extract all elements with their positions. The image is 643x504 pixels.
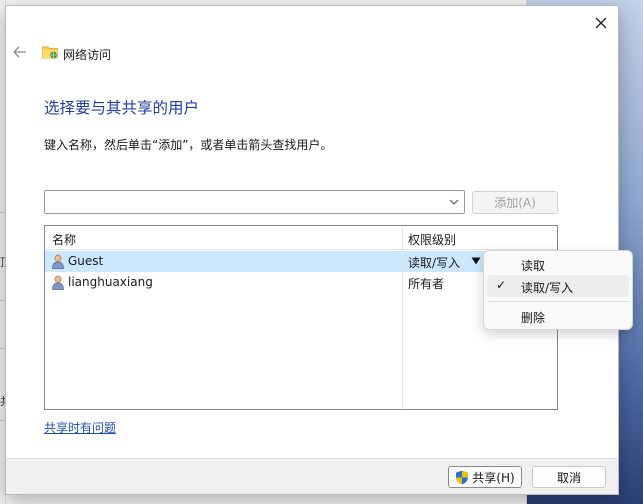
user-name: Guest xyxy=(68,254,104,268)
checkmark-icon: ✓ xyxy=(496,278,507,292)
user-name: lianghuaxiang xyxy=(68,275,153,289)
user-icon xyxy=(52,275,64,290)
user-name-input[interactable] xyxy=(45,191,441,213)
menu-separator xyxy=(487,301,629,302)
column-header-name[interactable]: 名称 xyxy=(52,231,76,248)
back-button[interactable] xyxy=(12,44,28,60)
share-button[interactable]: 共享(H) xyxy=(448,466,522,488)
share-button-label: 共享(H) xyxy=(472,470,515,485)
menu-item-read[interactable]: 读取 xyxy=(487,253,629,275)
page-heading: 选择要与其共享的用户 xyxy=(44,99,200,117)
permission-menu: 读取 ✓ 读取/写入 删除 xyxy=(483,250,633,330)
dialog-footer xyxy=(6,458,618,494)
instruction-text: 键入名称，然后单击“添加”，或者单击箭头查找用户。 xyxy=(44,138,333,152)
sharing-help-link[interactable]: 共享时有问题 xyxy=(44,419,116,436)
user-permissions-list[interactable]: 名称 权限级别 Guest 读取/写入 lianghuaxiang 所有者 xyxy=(44,225,558,410)
permission-level[interactable]: 读取/写入 xyxy=(408,254,460,271)
permission-dropdown-icon[interactable] xyxy=(471,257,481,265)
shield-icon xyxy=(456,470,469,484)
back-arrow-icon xyxy=(13,46,26,58)
table-row[interactable]: lianghuaxiang 所有者 xyxy=(45,272,557,293)
dialog-title: 网络访问 xyxy=(63,48,112,62)
cancel-button[interactable]: 取消 xyxy=(532,466,606,488)
network-folder-icon xyxy=(42,46,58,59)
close-icon xyxy=(595,17,607,29)
user-name-combobox[interactable] xyxy=(44,190,465,214)
menu-item-read-write[interactable]: ✓ 读取/写入 xyxy=(487,275,629,297)
combo-dropdown-button[interactable] xyxy=(447,195,461,209)
menu-item-label: 读取 xyxy=(521,259,546,273)
add-button[interactable]: 添加(A) xyxy=(472,191,558,214)
menu-item-remove[interactable]: 删除 xyxy=(487,305,629,327)
menu-item-label: 删除 xyxy=(521,311,546,325)
list-header: 名称 权限级别 xyxy=(45,226,557,250)
table-row[interactable]: Guest 读取/写入 xyxy=(45,251,557,272)
column-header-permission[interactable]: 权限级别 xyxy=(408,231,456,248)
close-button[interactable] xyxy=(590,12,612,34)
chevron-down-icon xyxy=(449,199,459,205)
permission-level: 所有者 xyxy=(408,277,445,291)
column-divider xyxy=(402,226,403,409)
user-icon xyxy=(52,254,64,269)
menu-item-label: 读取/写入 xyxy=(521,281,574,295)
